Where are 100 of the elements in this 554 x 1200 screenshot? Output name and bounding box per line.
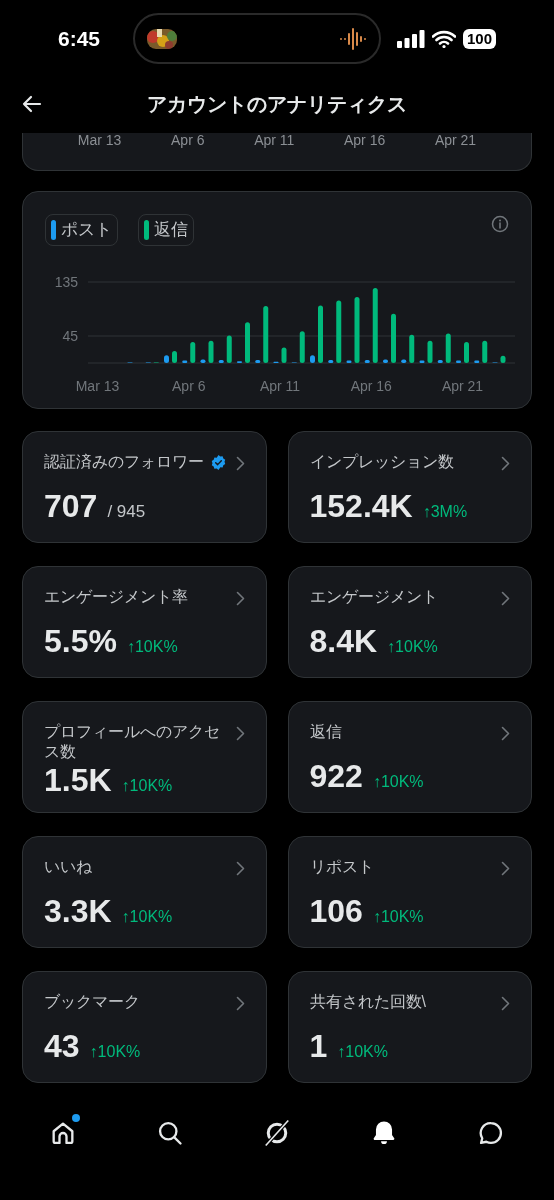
x-axis-label: Apr 6 [171,133,205,147]
search-icon[interactable] [156,1119,185,1147]
chevron-right-icon [235,591,245,606]
bar [500,355,506,363]
chevron-right-icon [501,996,510,1011]
metric-card[interactable]: 返信 922 ↑10K% [287,701,532,813]
metric-card[interactable]: リポスト 106 ↑10K% [287,836,532,948]
metric-change: ↑10K% [387,637,438,657]
metric-card[interactable]: プロフィールへのアクセス数 1.5K ↑10K% [22,701,267,813]
metric-change: ↑3M% [422,502,468,522]
bar [190,342,196,363]
bar [419,360,425,363]
metric-title: インプレッション数 [309,452,454,472]
metric-change: ↑10K% [372,907,424,927]
metric-value: 106 [309,893,363,929]
bar [437,360,443,363]
cellular-signal-icon [396,29,425,48]
metric-card[interactable]: エンゲージメント 8.4K ↑10K% [287,566,532,678]
metric-change: ↑10K% [89,1042,141,1062]
metric-card[interactable]: ブックマーク 43 ↑10K% [22,971,267,1083]
chevron-right-icon [501,726,510,741]
metric-value: 152.4K [309,488,413,524]
metric-card[interactable]: 共有された回数\ 1 ↑10K% [287,971,532,1083]
x-axis-label: Apr 11 [254,133,295,147]
metric-title: エンゲージメント [309,587,438,607]
metric-change: ↑10K% [126,637,178,657]
x-tick-label: Apr 11 [259,378,301,394]
metric-title: エンゲージメント率 [44,587,188,607]
bar [299,331,305,363]
bar [346,360,352,363]
metric-title: 認証済みのフォロワー [44,452,204,472]
slashed-circle-icon[interactable] [262,1118,292,1148]
x-tick-label: Mar 13 [75,378,120,394]
bar [456,360,461,363]
bar [364,360,370,363]
bar [263,306,269,363]
chevron-right-icon [235,726,245,741]
bar [391,313,396,363]
metric-card[interactable]: 認証済みのフォロワー 707 / 945 [22,431,267,543]
status-time: 6:45 [58,25,102,52]
page-title: アカウントのアナリティクス [147,92,407,117]
chat-bubble-icon[interactable] [476,1119,505,1147]
legend-label: ポスト [61,219,112,242]
metric-card[interactable]: インプレッション数 152.4K ↑3M% [287,431,532,543]
bar [182,360,188,363]
bar [164,355,169,363]
metric-value: 3.3K [44,893,112,929]
metric-value: 922 [309,758,363,794]
chevron-right-icon [235,996,245,1011]
chevron-right-icon [501,456,510,471]
metric-change: ↑10K% [372,772,424,792]
legend-chip[interactable]: ポスト [45,214,118,246]
chevron-right-icon [501,861,510,876]
bar [482,340,488,363]
bar [255,360,261,363]
metric-title: いいね [44,857,92,877]
battery-indicator: 100 [462,28,496,49]
metric-card[interactable]: いいね 3.3K ↑10K% [22,836,267,948]
bar [281,347,287,363]
bar [218,360,224,363]
x-tick-label: Apr 21 [441,378,484,394]
metric-title: リポスト [309,857,374,877]
wifi-icon [431,29,456,48]
bar [474,360,480,363]
info-icon[interactable] [491,215,509,233]
metric-value: 707 [44,487,98,524]
bar [401,359,407,363]
legend-chip[interactable]: 返信 [138,214,194,246]
metric-total: / 945 [107,500,146,523]
metric-change: ↑10K% [337,1042,388,1062]
metric-title: 共有された回数\ [309,992,426,1012]
bar [318,305,323,363]
chevron-right-icon [235,861,245,876]
chevron-right-icon [501,591,510,606]
metric-change: ↑10K% [121,776,173,796]
x-tick-label: Apr 6 [172,378,206,394]
bar [245,322,250,363]
bar [200,359,206,363]
x-axis-label: Apr 16 [344,133,386,147]
bar [464,342,469,363]
metric-card[interactable]: エンゲージメント率 5.5% ↑10K% [22,566,267,678]
bar [427,340,433,363]
audio-waveform-icon [339,27,368,50]
metric-value: 43 [44,1028,80,1064]
legend-label: 返信 [154,219,188,242]
metric-title: ブックマーク [44,992,140,1012]
x-tick-label: Apr 16 [350,378,392,394]
bar [445,333,451,363]
metric-value: 1.5K [44,762,112,798]
x-axis-label: Apr 21 [434,133,477,147]
bar [208,340,214,363]
metric-value: 8.4K [309,623,378,659]
bar [383,359,388,363]
bar [328,360,334,363]
bar [172,351,177,363]
metric-value: 5.5% [44,623,117,659]
chevron-right-icon [235,456,245,471]
bar [226,335,232,363]
bar [336,300,342,363]
metric-title: プロフィールへのアクセス数 [44,722,221,762]
